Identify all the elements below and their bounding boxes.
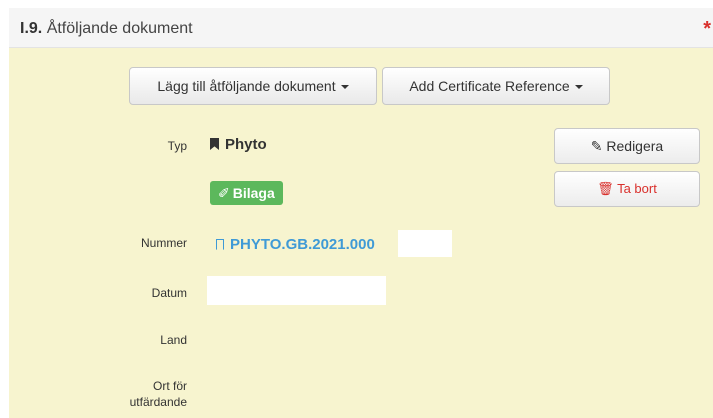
type-label: Typ (167, 139, 187, 153)
edit-button[interactable]: ✎ Redigera (554, 128, 700, 164)
attachment-badge[interactable]: ✐ Bilaga (210, 181, 283, 205)
section-header: I.9. Åtföljande dokument * (9, 8, 713, 48)
attachment-badge-text: Bilaga (232, 185, 275, 201)
edit-button-label: Redigera (606, 138, 664, 154)
bookmark-icon (210, 138, 219, 150)
number-label: Nummer (140, 236, 187, 250)
date-label: Datum (151, 286, 187, 300)
document-number-text: PHYTO.GB.2021.000 (230, 236, 375, 253)
required-asterisk: * (703, 18, 711, 40)
caret-down-icon (340, 85, 349, 90)
place-of-issue-label: Ort för utfärdande (107, 378, 187, 410)
section-title-text: Åtföljande dokument (46, 20, 193, 37)
add-document-dropdown-button[interactable]: Lägg till åtföljande dokument (129, 67, 377, 105)
date-value-redacted (207, 276, 386, 305)
edit-icon: ✎ (590, 138, 603, 154)
trash-icon: 🗑 (597, 181, 614, 196)
bookmark-outline-icon (216, 239, 224, 250)
type-value-text: Phyto (225, 136, 267, 153)
country-label: Land (160, 333, 187, 347)
section-number: I.9. (20, 20, 43, 37)
delete-button[interactable]: 🗑 Ta bort (554, 171, 700, 207)
add-certificate-reference-dropdown-button[interactable]: Add Certificate Reference (382, 67, 610, 105)
add-certificate-label: Add Certificate Reference (409, 78, 570, 94)
delete-button-label: Ta bort (617, 181, 657, 196)
add-document-label: Lägg till åtföljande dokument (157, 78, 336, 94)
section-title: I.9. Åtföljande dokument (20, 20, 193, 38)
document-number-link[interactable]: PHYTO.GB.2021.000 (216, 236, 375, 253)
type-value: Phyto (210, 136, 267, 153)
paperclip-icon: ✐ (218, 185, 230, 201)
place-label-line1: Ort för (152, 379, 187, 393)
caret-down-icon (574, 85, 583, 90)
place-label-line2: utfärdande (129, 395, 187, 409)
redaction-block (398, 230, 452, 257)
